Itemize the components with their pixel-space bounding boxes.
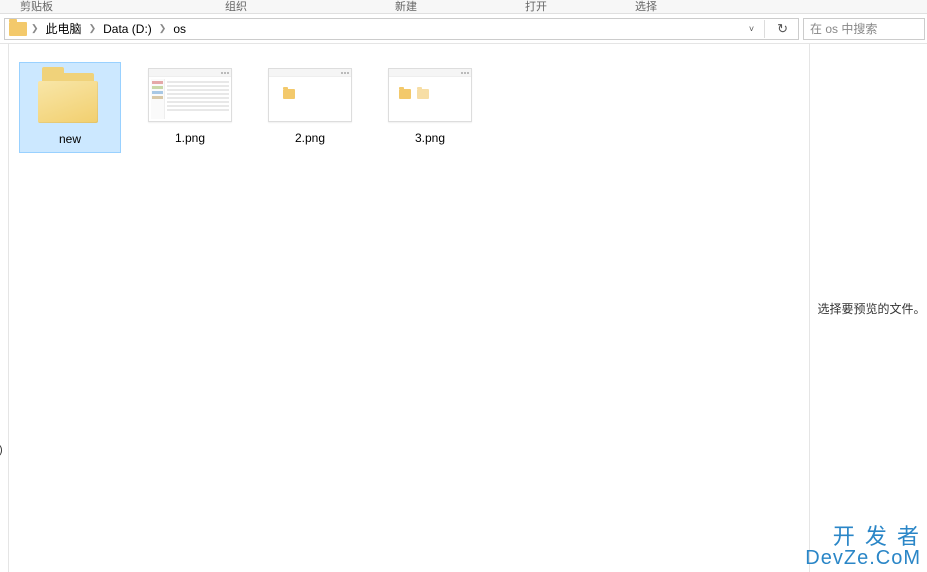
folder-icon: [9, 22, 27, 36]
address-dropdown-icon[interactable]: ˅: [745, 24, 758, 34]
image-thumbnail: [268, 68, 352, 122]
item-label: 2.png: [295, 131, 325, 145]
breadcrumb-this-pc[interactable]: 此电脑: [43, 20, 85, 37]
chevron-right-icon[interactable]: ❯: [29, 23, 41, 34]
ribbon-group-clipboard: 剪贴板: [20, 0, 53, 14]
preview-pane: 选择要预览的文件。: [809, 44, 927, 572]
address-bar[interactable]: ❯ 此电脑 ❯ Data (D:) ❯ os ˅ ↻: [4, 18, 799, 40]
ribbon-group-organize: 组织: [225, 0, 247, 14]
item-label: 1.png: [175, 131, 205, 145]
item-label: 3.png: [415, 131, 445, 145]
ribbon-group-open: 打开: [525, 0, 547, 14]
search-placeholder: 在 os 中搜索: [810, 20, 877, 37]
preview-message: 选择要预览的文件。: [811, 300, 925, 317]
file-list-pane[interactable]: new 1.png 2.png 3.png: [9, 44, 809, 572]
search-input[interactable]: 在 os 中搜索: [803, 18, 925, 40]
body-area: - Persona :) new 1.png 2.png: [0, 44, 927, 572]
refresh-icon[interactable]: ↻: [771, 21, 794, 37]
ribbon-group-labels: 剪贴板 组织 新建 打开 选择: [0, 0, 927, 14]
image-thumbnail: [148, 68, 232, 122]
divider: [764, 20, 765, 38]
image-thumbnail: [388, 68, 472, 122]
breadcrumb-data-d[interactable]: Data (D:): [100, 22, 155, 36]
ribbon-group-select: 选择: [635, 0, 657, 14]
chevron-right-icon[interactable]: ❯: [157, 23, 169, 34]
breadcrumb-os[interactable]: os: [170, 22, 189, 36]
folder-icon: [38, 69, 102, 123]
address-row: ❯ 此电脑 ❯ Data (D:) ❯ os ˅ ↻ 在 os 中搜索: [0, 14, 927, 44]
sidebar-item[interactable]: :): [0, 444, 3, 456]
file-item-2png[interactable]: 2.png: [259, 62, 361, 151]
folder-item-new[interactable]: new: [19, 62, 121, 153]
item-label: new: [59, 132, 81, 146]
navigation-pane[interactable]: - Persona :): [0, 44, 9, 572]
file-item-1png[interactable]: 1.png: [139, 62, 241, 151]
chevron-right-icon[interactable]: ❯: [87, 23, 99, 34]
file-item-3png[interactable]: 3.png: [379, 62, 481, 151]
ribbon-group-new: 新建: [395, 0, 417, 14]
